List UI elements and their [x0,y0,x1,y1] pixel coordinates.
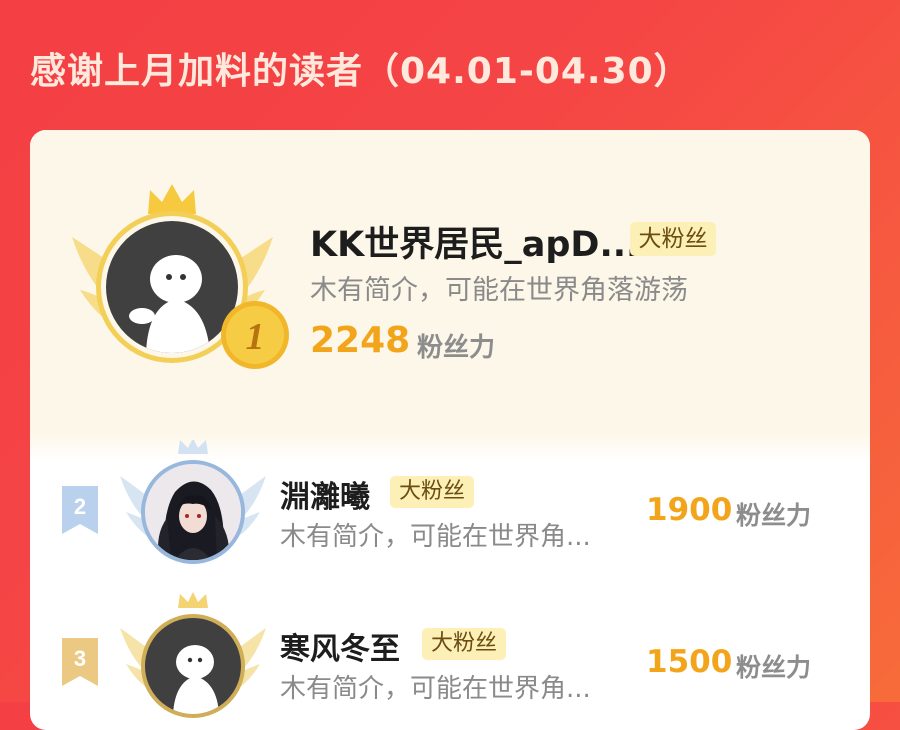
reader-1-bio: 木有简介，可能在世界角落游荡 [310,275,688,306]
reader-2-bio: 木有简介，可能在世界角... [280,522,591,552]
reader-1-fan-badge: 大粉丝 [630,222,716,256]
silver-rank-tag-icon: 2 [62,486,98,534]
reader-1-points: 2248 [310,320,411,361]
bronze-rank-tag-icon: 3 [62,638,98,686]
reader-1-points-unit: 粉丝力 [417,333,496,363]
rank-number: 1 [246,316,265,358]
reader-3-avatar-frame[interactable] [118,592,268,730]
reader-3-points: 1500 [646,644,733,680]
anime-character-avatar-icon [145,464,241,560]
reader-3-points-unit: 粉丝力 [736,653,812,682]
reader-3-bio: 木有简介，可能在世界角... [280,674,591,704]
page-title: 感谢上月加料的读者（04.01-04.30） [30,51,691,92]
rank-number: 2 [74,494,86,519]
rank-number: 3 [74,646,86,671]
reader-2-avatar-frame[interactable] [118,440,268,570]
reader-2-name[interactable]: 淵灕曦 [280,472,370,516]
reader-2-points-unit: 粉丝力 [736,501,812,530]
reader-1-avatar-frame[interactable]: 1 [70,182,289,372]
reader-1-avatar-image [106,221,238,353]
reader-2-fan-badge: 大粉丝 [390,476,474,508]
reader-2-avatar-image [145,464,241,560]
ghost-avatar-icon [173,645,219,714]
ranking-card: 1 KK世界居民_apD... 大粉丝 木有简介，可能在世界角落游荡 2248 … [30,130,870,730]
reader-3-fan-badge: 大粉丝 [422,628,506,660]
reader-1-name[interactable]: KK世界居民_apD... [310,216,639,267]
reader-2-points: 1900 [646,492,733,528]
gold-medal-icon: 1 [221,301,289,369]
reader-3-name[interactable]: 寒风冬至 [280,624,400,668]
reader-3-avatar-image [145,618,241,714]
ghost-avatar-icon [129,255,210,353]
